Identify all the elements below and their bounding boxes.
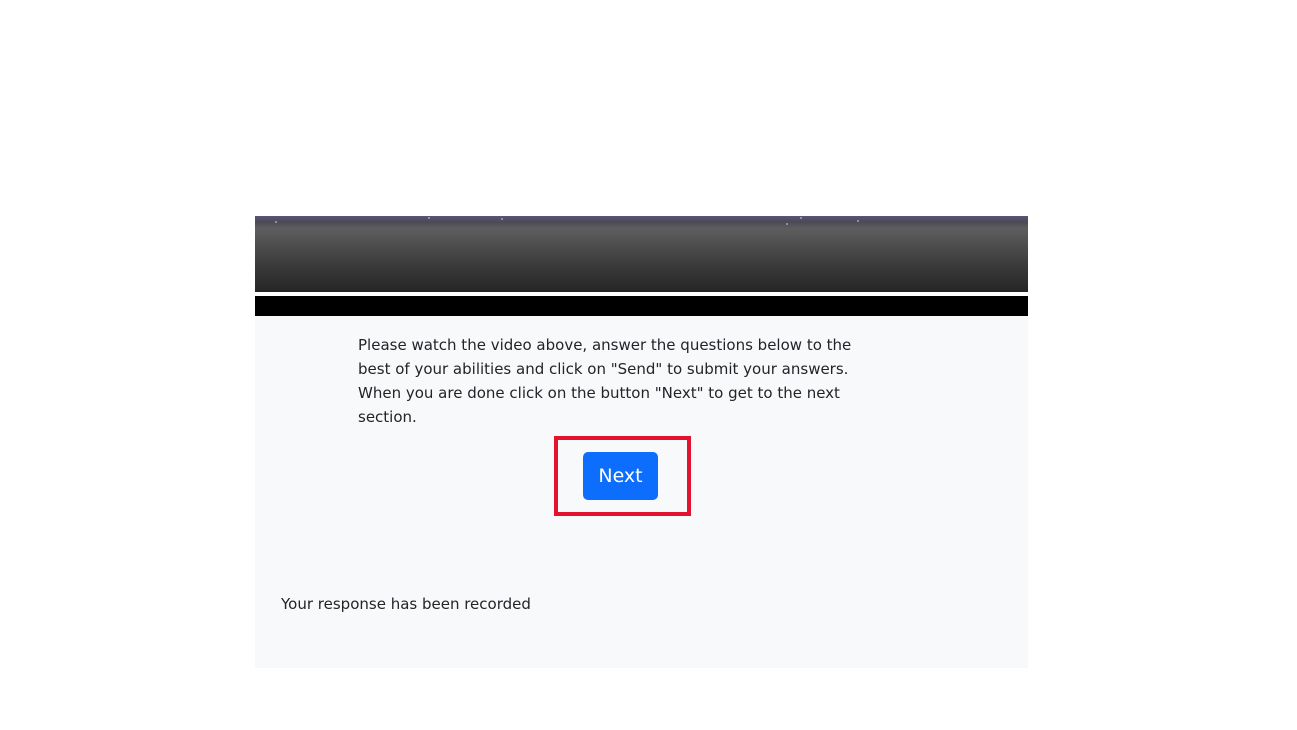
star-decoration [786,223,788,225]
survey-card: Please watch the video above, answer the… [255,216,1028,668]
video-thumbnail[interactable] [255,216,1028,292]
video-player-bar[interactable] [255,296,1028,316]
star-decoration [428,217,430,219]
response-status: Your response has been recorded [281,595,531,613]
star-decoration [800,217,802,219]
instructions-text: Please watch the video above, answer the… [358,336,852,426]
star-decoration [857,220,859,222]
star-decoration [275,221,277,223]
star-decoration [501,218,503,220]
next-button[interactable]: Next [583,452,658,500]
